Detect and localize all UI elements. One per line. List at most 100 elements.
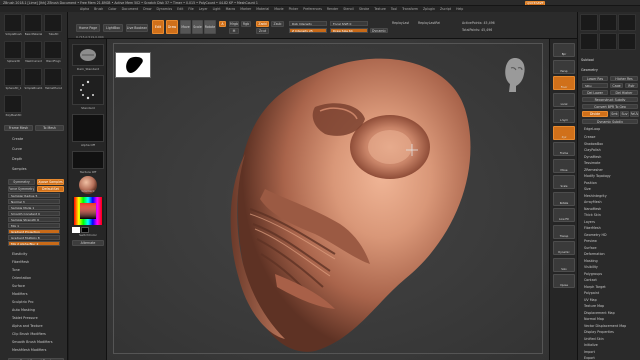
shelf-line-fill-button[interactable]: Line Fill	[553, 208, 575, 222]
brush-thumb[interactable]	[72, 44, 104, 66]
menu-item-tool[interactable]: Tool	[391, 7, 397, 11]
brush-menu-item[interactable]: Sculptrix Pro	[0, 298, 68, 306]
subtool-thumb-5[interactable]	[599, 32, 617, 50]
geometry-header[interactable]: Geometry	[581, 68, 598, 72]
move-mode-button[interactable]: Move	[180, 20, 191, 34]
rgb-intensity-slider[interactable]: Rgb Intensity	[289, 21, 327, 26]
brush-section-samples[interactable]: Samples	[0, 164, 68, 174]
reuv-button[interactable]: ReUV	[630, 111, 639, 117]
tool-thumb[interactable]	[4, 68, 22, 86]
replay-last-rel-button[interactable]: ReplayLastRel	[418, 21, 440, 25]
quicksave-button[interactable]: QuickSave	[525, 0, 545, 5]
tool-thumb[interactable]	[24, 41, 42, 59]
scale-mode-button[interactable]: Scale	[192, 20, 203, 34]
sculpted-head-model[interactable]	[165, 39, 495, 360]
menu-item-stroke[interactable]: Stroke	[359, 7, 369, 11]
subtool-thumb-1[interactable]	[580, 14, 598, 31]
lower-res-button[interactable]: Lower Res	[582, 76, 608, 81]
stroke-thumb[interactable]	[72, 75, 104, 105]
menu-item-layer[interactable]: Layer	[199, 7, 208, 11]
brush-menu-item[interactable]: Surface	[0, 282, 68, 290]
shelf-rotate-button[interactable]: Rotate	[553, 191, 575, 206]
menu-item-zscript[interactable]: Zscript	[440, 7, 451, 11]
brush-slider[interactable]: Sampler Radius 5	[8, 193, 60, 198]
subtool-thumb-6[interactable]	[618, 32, 636, 50]
del-lower-button[interactable]: Del Lower	[582, 90, 608, 95]
menu-item-stencil[interactable]: Stencil	[343, 7, 354, 11]
brush-menu-item[interactable]: Elasticity	[0, 250, 68, 258]
mrgb-button[interactable]: Mrgb	[229, 21, 239, 27]
canvas-viewport[interactable]	[107, 39, 549, 360]
cage-button[interactable]: Cage	[610, 83, 623, 88]
zadd-button[interactable]: Zadd	[256, 21, 269, 27]
main-color-swatch[interactable]	[72, 227, 80, 233]
menu-item-picker[interactable]: Picker	[289, 7, 299, 11]
shelf-frame-button[interactable]: Frame	[553, 142, 575, 156]
brush-section-depth[interactable]: Depth	[0, 154, 68, 164]
shelf-xyz-button[interactable]: Xyz	[553, 125, 575, 140]
menu-item-marker[interactable]: Marker	[240, 7, 251, 11]
menu-item-brush[interactable]: Brush	[94, 7, 103, 11]
switchcolor-label[interactable]: SwitchColor	[72, 233, 104, 237]
menu-item-draw[interactable]: Draw	[143, 7, 151, 11]
menu-item-color[interactable]: Color	[108, 7, 116, 11]
tool-thumb[interactable]	[44, 14, 62, 32]
tool-thumb[interactable]	[24, 14, 42, 32]
brush-slider[interactable]: Gradient Projection	[8, 229, 60, 234]
menu-item-document[interactable]: Document	[122, 7, 139, 11]
live-boolean-button[interactable]: Live Boolean	[126, 24, 148, 32]
menu-item-edit[interactable]: Edit	[177, 7, 183, 11]
brush-menu-item[interactable]: Smooth Brush Modifiers	[0, 338, 68, 346]
menu-item-preferences[interactable]: Preferences	[303, 7, 322, 11]
brush-menu-item[interactable]: Modifiers	[0, 290, 68, 298]
rotate-mode-button[interactable]: Rotate	[204, 20, 216, 34]
menu-item-zplugin[interactable]: Zplugin	[423, 7, 435, 11]
dynamic-button[interactable]: Dynamic	[370, 28, 388, 33]
reconstruct-subdiv-button[interactable]: Reconstruct Subdiv	[582, 97, 638, 102]
divide-button[interactable]: Divide	[582, 111, 608, 117]
menu-item-macro[interactable]: Macro	[226, 7, 236, 11]
sample-option-button[interactable]: Xpose Samples	[37, 179, 64, 185]
zsub-button[interactable]: Zsub	[271, 21, 284, 27]
home-page-button[interactable]: Home Page	[76, 24, 100, 32]
tool-thumb[interactable]	[4, 95, 22, 113]
texture-thumb[interactable]	[72, 151, 104, 169]
alternate-button[interactable]: Alternate	[72, 240, 104, 246]
tool-thumb[interactable]	[4, 14, 22, 32]
replay-last-button[interactable]: ReplayLast	[392, 21, 409, 25]
menu-item-light[interactable]: Light	[213, 7, 221, 11]
color-picker[interactable]	[72, 197, 104, 225]
sample-option-button[interactable]: Force Symmetry	[8, 186, 35, 192]
brush-section-curve[interactable]: Curve	[0, 144, 68, 154]
tool-thumb[interactable]	[44, 68, 62, 86]
shelf-local-button[interactable]: Local	[553, 92, 575, 107]
convert-bpr-button[interactable]: Convert BPR To Geo	[582, 104, 638, 109]
sample-option-button[interactable]: Symmetry	[8, 179, 35, 185]
brush-slider[interactable]: Sample Strength 6	[8, 217, 60, 222]
tool-thumb[interactable]	[24, 68, 42, 86]
brush-menu-item[interactable]: Auto Masking	[0, 306, 68, 314]
subtool-thumb-4[interactable]	[580, 32, 598, 50]
shelf-persp-button[interactable]: Persp	[553, 59, 575, 74]
sample-option-button[interactable]: DefaultSet	[37, 186, 64, 192]
brush-menu-item[interactable]: Clip Brush Modifiers	[0, 330, 68, 338]
draw-mode-button[interactable]: Draw	[166, 20, 178, 34]
brush-slider[interactable]: Mix 2 Alpha Blur 2	[8, 241, 60, 246]
menu-item-file[interactable]: File	[188, 7, 193, 11]
focal-shift-slider[interactable]: Focal Shift 0	[330, 21, 368, 26]
rstr-button[interactable]: Rstr	[625, 83, 638, 88]
brush-slider[interactable]: Gradient Multiply 8	[8, 235, 60, 240]
alpha-thumb[interactable]	[72, 114, 104, 142]
m-button[interactable]: M	[229, 28, 239, 34]
menu-item-movie[interactable]: Movie	[274, 7, 283, 11]
draw-size-slider[interactable]: Draw Size 64	[330, 28, 368, 33]
subtool-thumb-3[interactable]	[618, 14, 636, 31]
tool-action-button[interactable]: To Mesh	[35, 125, 64, 131]
brush-slider[interactable]: Smooth Constant 0	[8, 211, 60, 216]
secondary-color-swatch[interactable]	[81, 227, 89, 233]
brush-slider[interactable]: Mix 1	[8, 223, 60, 228]
suv-button[interactable]: Suv	[620, 111, 629, 117]
menu-item-help[interactable]: Help	[456, 7, 463, 11]
menu-item-render[interactable]: Render	[327, 7, 338, 11]
brush-slider[interactable]: Sample Mode 1	[8, 205, 60, 210]
